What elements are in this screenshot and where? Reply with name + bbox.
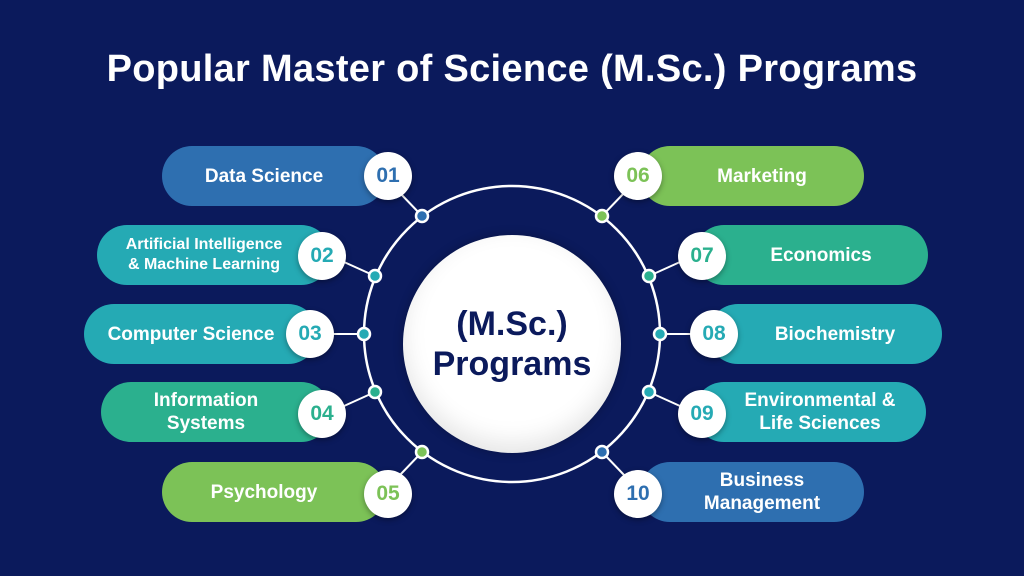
program-label: Biochemistry xyxy=(774,323,896,345)
program-pill-biochemistry: Biochemistry xyxy=(708,304,942,364)
program-pill-computer-science: Computer Science xyxy=(84,304,318,364)
program-label: Psychology xyxy=(210,481,318,503)
program-number-badge: 01 xyxy=(364,152,412,200)
program-pill-psychology: Psychology xyxy=(162,462,386,522)
program-label: Information Systems xyxy=(153,390,259,434)
ring-dot-10 xyxy=(594,444,610,460)
program-number-badge: 05 xyxy=(364,470,412,518)
program-number-badge: 03 xyxy=(286,310,334,358)
ring-dot-02 xyxy=(367,268,383,284)
program-pill-ai-ml: Artificial Intelligence & Machine Learnin… xyxy=(97,225,331,285)
center-line-1: (M.Sc.) xyxy=(456,305,568,343)
program-label: Business Management xyxy=(703,470,821,514)
program-label: Economics xyxy=(770,244,872,266)
ring-dot-05 xyxy=(414,444,430,460)
program-number-badge: 09 xyxy=(678,390,726,438)
program-number-badge: 07 xyxy=(678,232,726,280)
center-line-2: Programs xyxy=(432,345,592,383)
program-label: Computer Science xyxy=(107,323,275,345)
program-label: Environmental & Life Sciences xyxy=(744,390,896,434)
program-label: Marketing xyxy=(717,165,807,187)
program-number-badge: 08 xyxy=(690,310,738,358)
program-pill-economics: Economics xyxy=(694,225,928,285)
program-number-badge: 04 xyxy=(298,390,346,438)
ring-dot-03 xyxy=(356,326,372,342)
ring-dot-07 xyxy=(641,268,657,284)
ring-dot-01 xyxy=(414,208,430,224)
program-label: Artificial Intelligence & Machine Learnin… xyxy=(125,236,283,273)
ring-dot-04 xyxy=(367,384,383,400)
ring-dot-06 xyxy=(594,208,610,224)
program-number-badge: 10 xyxy=(614,470,662,518)
center-circle: (M.Sc.) Programs xyxy=(403,235,621,453)
program-label: Data Science xyxy=(204,165,324,187)
program-pill-marketing: Marketing xyxy=(640,146,864,206)
ring-dot-08 xyxy=(652,326,668,342)
program-pill-business-management: Business Management xyxy=(640,462,864,522)
program-pill-information-systems: Information Systems xyxy=(101,382,331,442)
program-pill-environmental-life-sciences: Environmental & Life Sciences xyxy=(694,382,926,442)
program-number-badge: 06 xyxy=(614,152,662,200)
program-number-badge: 02 xyxy=(298,232,346,280)
ring-dot-09 xyxy=(641,384,657,400)
program-pill-data-science: Data Science xyxy=(162,146,386,206)
